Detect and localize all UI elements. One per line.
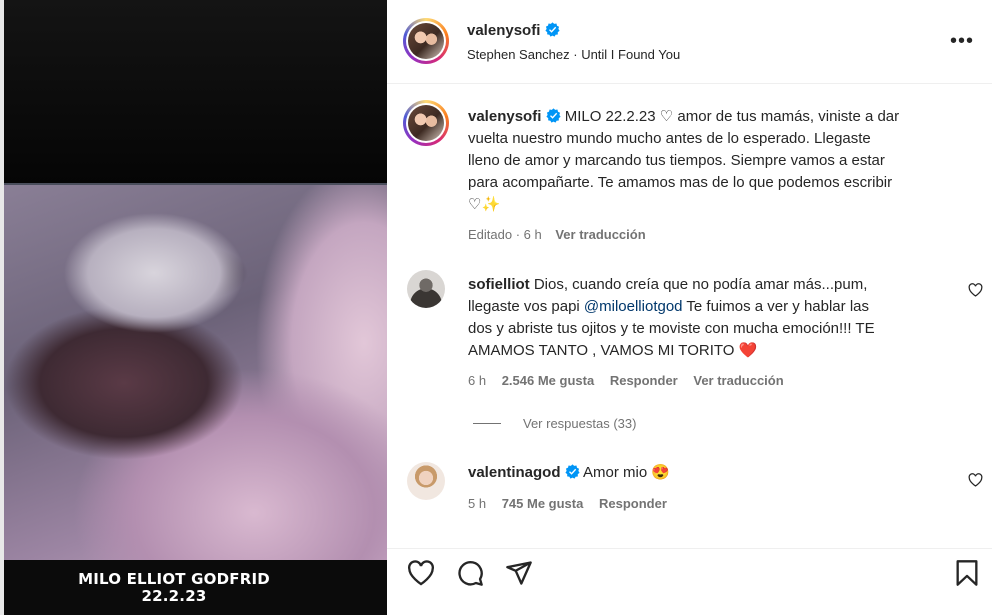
post-header: valenysofi Stephen Sanchez · Until I Fou…	[387, 0, 992, 84]
comment-username[interactable]: valentinagod	[468, 464, 561, 481]
caption-text-line2: vuelta nuestro mundo mucho antes de lo e…	[468, 130, 871, 147]
comment-reply-button[interactable]: Responder	[610, 373, 678, 388]
media-divider	[4, 183, 387, 185]
comment-icon[interactable]	[456, 559, 484, 587]
comment-reply-button[interactable]: Responder	[599, 496, 667, 511]
media-caption: MILO ELLIOT GODFRID 22.2.23	[4, 571, 344, 605]
post-action-bar	[387, 548, 992, 598]
comment-text-line1: Dios, cuando creía que no podía amar más…	[533, 276, 868, 293]
comment-translate-link[interactable]: Ver traducción	[693, 373, 783, 388]
comment-likes[interactable]: 745 Me gusta	[502, 496, 584, 511]
media-caption-line2: 22.2.23	[141, 587, 207, 605]
send-icon[interactable]	[505, 559, 533, 587]
caption-translate-link[interactable]: Ver traducción	[555, 227, 645, 242]
verified-badge-icon	[545, 108, 561, 123]
caption-edited-time: Editado · 6 h	[468, 227, 542, 242]
comment-text: valentinagod Amor mio 😍	[468, 462, 958, 484]
comment-avatar[interactable]	[407, 270, 445, 308]
author-username[interactable]: valenysofi	[467, 22, 540, 39]
audio-track-link[interactable]: Stephen Sanchez · Until I Found You	[467, 47, 680, 62]
view-replies-line	[473, 423, 501, 424]
comment-text-line3: dos y abriste tus ojitos y te moviste co…	[468, 320, 875, 337]
verified-badge-icon	[545, 22, 560, 37]
bookmark-icon[interactable]	[955, 559, 979, 587]
mention-link[interactable]: @miloelliotgod	[584, 298, 683, 315]
author-avatar[interactable]	[403, 18, 449, 64]
comment-avatar[interactable]	[407, 462, 445, 500]
comment-username[interactable]: sofielliot	[468, 276, 530, 293]
media-photo	[4, 183, 387, 560]
comment-time: 5 h	[468, 496, 487, 511]
media-caption-line1: MILO ELLIOT GODFRID	[78, 570, 270, 588]
comment-like-heart-icon[interactable]	[968, 283, 983, 297]
comment-meta: 5 h 745 Me gusta Responder	[468, 496, 667, 511]
caption-text-line4: para acompañarte. Te amamos mas de lo qu…	[468, 174, 893, 191]
comment-text-line2a: llegaste vos papi	[468, 298, 584, 315]
comment-text-line4: AMAMOS TANTO , VAMOS MI TORITO ❤️	[468, 342, 758, 359]
post-media[interactable]: MILO ELLIOT GODFRID 22.2.23	[0, 0, 387, 615]
comment-text-line2b: Te fuimos a ver y hablar las	[682, 298, 869, 315]
post-details-panel: valenysofi Stephen Sanchez · Until I Fou…	[387, 0, 992, 615]
media-letterbox-top	[4, 0, 387, 183]
caption-text-line5: ♡✨	[468, 196, 501, 213]
comment-like-heart-icon[interactable]	[968, 473, 983, 487]
caption-meta: Editado · 6 h Ver traducción	[468, 227, 646, 242]
caption-author-avatar[interactable]	[403, 100, 449, 146]
verified-badge-icon	[565, 464, 580, 479]
caption-text-line3: lleno de amor y marcando tus tiempos. Si…	[468, 152, 885, 169]
caption-text-line1: MILO 22.2.23 ♡ amor de tus mamás, vinist…	[564, 108, 900, 125]
post-caption: valenysofi MILO 22.2.23 ♡ amor de tus ma…	[468, 106, 978, 216]
comment-time: 6 h	[468, 373, 487, 388]
comment-likes[interactable]: 2.546 Me gusta	[502, 373, 595, 388]
caption-username[interactable]: valenysofi	[468, 108, 541, 125]
view-replies-button[interactable]: Ver respuestas (33)	[523, 416, 636, 431]
heart-icon[interactable]	[407, 560, 435, 586]
comment-text-body: Amor mio 😍	[583, 464, 671, 481]
comment-text: sofielliot Dios, cuando creía que no pod…	[468, 274, 958, 362]
more-options-icon[interactable]: •••	[950, 30, 974, 53]
comment-meta: 6 h 2.546 Me gusta Responder Ver traducc…	[468, 373, 784, 388]
